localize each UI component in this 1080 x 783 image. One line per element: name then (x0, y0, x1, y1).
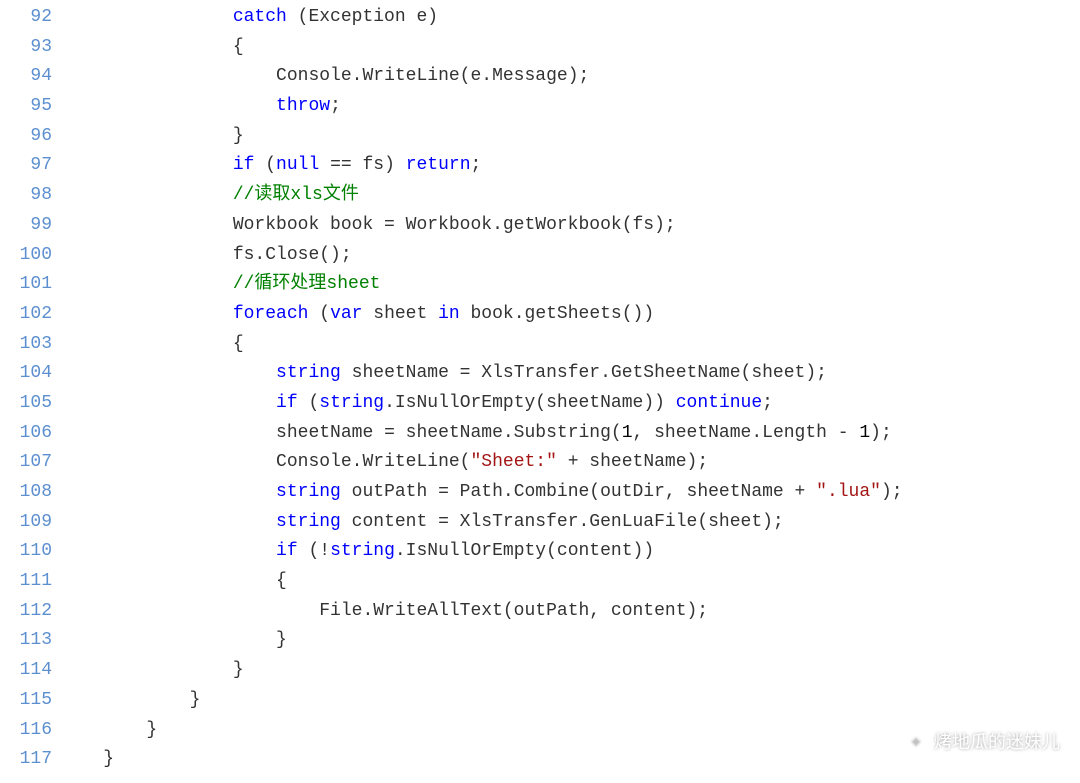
token: return (406, 155, 471, 175)
line-number: 96 (0, 122, 52, 152)
code-line: File.WriteAllText(outPath, content); (60, 597, 1080, 627)
token: foreach (233, 304, 309, 324)
line-number: 116 (0, 716, 52, 746)
line-number: 110 (0, 537, 52, 567)
line-number-gutter: 9293949596979899100101102103104105106107… (0, 3, 60, 783)
token: if (276, 541, 298, 561)
wechat-icon: ✦ (904, 731, 928, 755)
line-number: 112 (0, 597, 52, 627)
line-number: 107 (0, 448, 52, 478)
code-line: { (60, 330, 1080, 360)
code-block: 9293949596979899100101102103104105106107… (0, 0, 1080, 783)
code-line: catch (Exception e) (60, 3, 1080, 33)
token: 1 (622, 423, 633, 443)
line-number: 106 (0, 419, 52, 449)
code-line: //读取xls文件 (60, 181, 1080, 211)
line-number: 98 (0, 181, 52, 211)
token: null (276, 155, 319, 175)
code-line: foreach (var sheet in book.getSheets()) (60, 300, 1080, 330)
token: if (233, 155, 255, 175)
line-number: 105 (0, 389, 52, 419)
token: var (330, 304, 362, 324)
code-line: if (!string.IsNullOrEmpty(content)) (60, 537, 1080, 567)
token: 1 (859, 423, 870, 443)
line-number: 109 (0, 508, 52, 538)
code-line: { (60, 33, 1080, 63)
line-number: 113 (0, 626, 52, 656)
code-line: string outPath = Path.Combine(outDir, sh… (60, 478, 1080, 508)
line-number: 101 (0, 270, 52, 300)
code-line: string sheetName = XlsTransfer.GetSheetN… (60, 359, 1080, 389)
code-line: Console.WriteLine(e.Message); (60, 62, 1080, 92)
token: string (276, 482, 341, 502)
token: continue (676, 393, 762, 413)
code-line: { (60, 567, 1080, 597)
token: if (276, 393, 298, 413)
token: //循环处理sheet (233, 274, 381, 294)
line-number: 99 (0, 211, 52, 241)
token: throw (276, 96, 330, 116)
code-line: Workbook book = Workbook.getWorkbook(fs)… (60, 211, 1080, 241)
code-line: } (60, 122, 1080, 152)
code-line: sheetName = sheetName.Substring(1, sheet… (60, 419, 1080, 449)
code-line: string content = XlsTransfer.GenLuaFile(… (60, 508, 1080, 538)
code-line: } (60, 686, 1080, 716)
line-number: 93 (0, 33, 52, 63)
line-number: 100 (0, 241, 52, 271)
code-line: Console.WriteLine("Sheet:" + sheetName); (60, 448, 1080, 478)
line-number: 115 (0, 686, 52, 716)
token: string (276, 512, 341, 532)
code-content: catch (Exception e) { Console.WriteLine(… (60, 3, 1080, 783)
line-number: 94 (0, 62, 52, 92)
code-line: throw; (60, 92, 1080, 122)
line-number: 97 (0, 151, 52, 181)
code-line: } (60, 656, 1080, 686)
line-number: 92 (0, 3, 52, 33)
code-line: //循环处理sheet (60, 270, 1080, 300)
code-line: fs.Close(); (60, 241, 1080, 271)
watermark-text: 烤地瓜的迷妹儿 (934, 728, 1060, 758)
line-number: 102 (0, 300, 52, 330)
token: string (330, 541, 395, 561)
token: catch (233, 7, 287, 27)
line-number: 95 (0, 92, 52, 122)
token: ".lua" (816, 482, 881, 502)
line-number: 117 (0, 745, 52, 775)
code-line: } (60, 626, 1080, 656)
token: in (438, 304, 460, 324)
token: "Sheet:" (470, 452, 556, 472)
code-line: if (string.IsNullOrEmpty(sheetName)) con… (60, 389, 1080, 419)
token: //读取xls文件 (233, 185, 359, 205)
token: string (276, 363, 341, 383)
code-line: if (null == fs) return; (60, 151, 1080, 181)
line-number: 114 (0, 656, 52, 686)
watermark: ✦ 烤地瓜的迷妹儿 (904, 728, 1060, 758)
line-number: 104 (0, 359, 52, 389)
line-number: 111 (0, 567, 52, 597)
line-number: 103 (0, 330, 52, 360)
line-number: 108 (0, 478, 52, 508)
token: string (319, 393, 384, 413)
